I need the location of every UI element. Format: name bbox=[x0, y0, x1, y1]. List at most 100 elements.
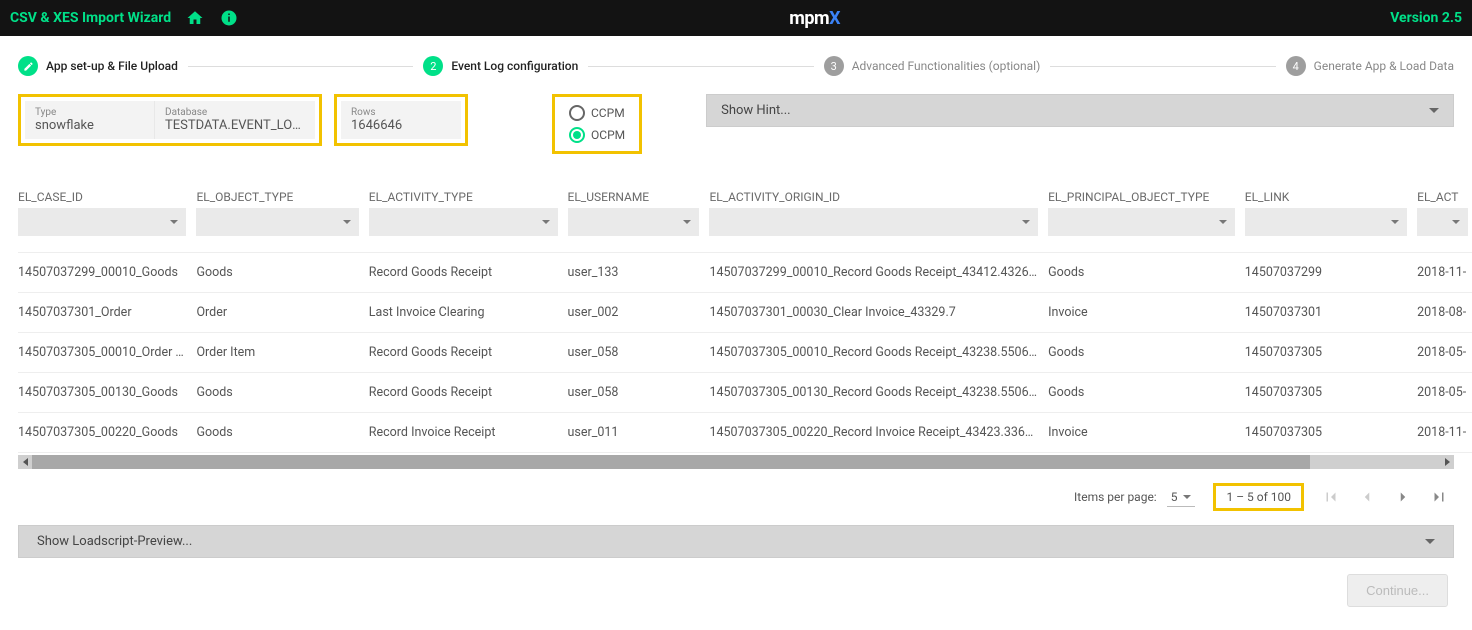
cell: 14507037305 bbox=[1245, 373, 1417, 413]
col-header: EL_OBJECT_TYPE bbox=[196, 184, 368, 208]
cell: 14507037301_00030_Clear Invoice_43329.7 bbox=[709, 293, 1048, 333]
cell: 14507037305 bbox=[1245, 413, 1417, 453]
pagination: Items per page: 5 1 – 5 of 100 bbox=[18, 469, 1454, 525]
cell: 14507037301_Order bbox=[18, 293, 196, 333]
cell: 14507037305_00130_Record Goods Receipt_4… bbox=[709, 373, 1048, 413]
pencil-icon bbox=[18, 56, 38, 76]
cell: 14507037305_00010_Record Goods Receipt_4… bbox=[709, 333, 1048, 373]
cell: Order bbox=[196, 293, 368, 333]
step-1[interactable]: App set-up & File Upload bbox=[18, 56, 178, 76]
cell: Goods bbox=[196, 413, 368, 453]
cell: 14507037305_00220_Record Invoice Receipt… bbox=[709, 413, 1048, 453]
col-header: EL_USERNAME bbox=[568, 184, 710, 208]
data-table: EL_CASE_ID EL_OBJECT_TYPE EL_ACTIVITY_TY… bbox=[18, 184, 1472, 453]
radio-ocpm[interactable]: OCPM bbox=[569, 127, 625, 143]
hint-expander[interactable]: Show Hint... bbox=[706, 94, 1454, 127]
cell: 14507037305 bbox=[1245, 333, 1417, 373]
caret-down-icon bbox=[542, 220, 550, 224]
cell: Goods bbox=[1048, 333, 1245, 373]
column-filter[interactable] bbox=[1245, 208, 1407, 236]
caret-down-icon bbox=[1391, 220, 1399, 224]
cell: 14507037305_00220_Goods bbox=[18, 413, 196, 453]
radio-icon bbox=[569, 105, 585, 121]
page-first-button[interactable] bbox=[1322, 488, 1340, 506]
step-4-label: Generate App & Load Data bbox=[1314, 59, 1454, 73]
continue-button[interactable]: Continue... bbox=[1347, 574, 1448, 607]
cell: Goods bbox=[196, 373, 368, 413]
col-header: EL_PRINCIPAL_OBJECT_TYPE bbox=[1048, 184, 1245, 208]
cell: Order Item bbox=[196, 333, 368, 373]
col-header: EL_ACT bbox=[1417, 184, 1472, 208]
cell: 14507037299_00010_Record Goods Receipt_4… bbox=[709, 253, 1048, 293]
cell: 2018-11- bbox=[1417, 253, 1472, 293]
table-row: 14507037299_00010_GoodsGoodsRecord Goods… bbox=[18, 253, 1472, 293]
info-icon[interactable] bbox=[219, 8, 239, 28]
column-filter[interactable] bbox=[369, 208, 558, 236]
stepper: App set-up & File Upload 2 Event Log con… bbox=[18, 56, 1454, 76]
step-2[interactable]: 2 Event Log configuration bbox=[423, 56, 578, 76]
cell: Record Invoice Receipt bbox=[369, 413, 568, 453]
loadscript-expander[interactable]: Show Loadscript-Preview... bbox=[18, 525, 1454, 558]
home-icon[interactable] bbox=[185, 8, 205, 28]
table-row: 14507037305_00220_GoodsGoodsRecord Invoi… bbox=[18, 413, 1472, 453]
step-4[interactable]: 4 Generate App & Load Data bbox=[1286, 56, 1454, 76]
chevron-down-icon bbox=[1429, 108, 1439, 113]
cell: 14507037305_00010_Order Item bbox=[18, 333, 196, 373]
cell: user_058 bbox=[568, 333, 710, 373]
caret-down-icon bbox=[1022, 220, 1030, 224]
column-filter[interactable] bbox=[568, 208, 700, 236]
database-value: TESTDATA.EVENT_LOGS. bbox=[165, 118, 305, 133]
type-value: snowflake bbox=[35, 118, 144, 133]
page-prev-button[interactable] bbox=[1358, 488, 1376, 506]
col-header: EL_ACTIVITY_TYPE bbox=[369, 184, 568, 208]
column-filter[interactable] bbox=[709, 208, 1038, 236]
radio-icon bbox=[569, 127, 585, 143]
rows-label: Rows bbox=[351, 107, 451, 118]
cell: Record Goods Receipt bbox=[369, 373, 568, 413]
caret-down-icon bbox=[1183, 495, 1191, 499]
cell: user_058 bbox=[568, 373, 710, 413]
page-next-button[interactable] bbox=[1394, 488, 1412, 506]
hint-label: Show Hint... bbox=[721, 103, 790, 118]
col-header: EL_LINK bbox=[1245, 184, 1417, 208]
topbar: CSV & XES Import Wizard mpmX Version 2.5 bbox=[0, 0, 1472, 36]
items-per-page-label: Items per page: bbox=[1074, 490, 1157, 504]
column-filter[interactable] bbox=[196, 208, 358, 236]
radio-ccpm[interactable]: CCPM bbox=[569, 105, 625, 121]
items-per-page-select[interactable]: 5 bbox=[1167, 488, 1196, 507]
wizard-title: CSV & XES Import Wizard bbox=[10, 10, 171, 26]
cell: 2018-08- bbox=[1417, 293, 1472, 333]
cell: 2018-05- bbox=[1417, 373, 1472, 413]
cell: Record Goods Receipt bbox=[369, 333, 568, 373]
chevron-down-icon bbox=[1425, 539, 1435, 544]
scrollbar-thumb[interactable] bbox=[32, 455, 1310, 469]
step-2-label: Event Log configuration bbox=[451, 59, 578, 73]
scroll-right-icon bbox=[1442, 457, 1452, 467]
cell: 14507037299 bbox=[1245, 253, 1417, 293]
step-3-label: Advanced Functionalities (optional) bbox=[852, 59, 1041, 73]
cell: Goods bbox=[196, 253, 368, 293]
cell: Goods bbox=[1048, 373, 1245, 413]
column-filter[interactable] bbox=[18, 208, 186, 236]
cell: Invoice bbox=[1048, 293, 1245, 333]
pm-type-box: CCPM OCPM bbox=[552, 94, 642, 154]
version-label: Version 2.5 bbox=[1390, 10, 1462, 26]
cell: Invoice bbox=[1048, 413, 1245, 453]
rows-value: 1646646 bbox=[351, 118, 451, 133]
col-header: EL_CASE_ID bbox=[18, 184, 196, 208]
cell: 2018-11- bbox=[1417, 413, 1472, 453]
step-1-label: App set-up & File Upload bbox=[46, 59, 178, 73]
page-last-button[interactable] bbox=[1430, 488, 1448, 506]
step-3[interactable]: 3 Advanced Functionalities (optional) bbox=[824, 56, 1041, 76]
radio-ccpm-label: CCPM bbox=[591, 106, 625, 120]
caret-down-icon bbox=[683, 220, 691, 224]
column-filter[interactable] bbox=[1417, 208, 1468, 236]
cell: Last Invoice Clearing bbox=[369, 293, 568, 333]
caret-down-icon bbox=[343, 220, 351, 224]
table-row: 14507037305_00130_GoodsGoodsRecord Goods… bbox=[18, 373, 1472, 413]
horizontal-scrollbar[interactable] bbox=[18, 455, 1454, 469]
radio-ocpm-label: OCPM bbox=[591, 128, 625, 142]
column-filter[interactable] bbox=[1048, 208, 1235, 236]
rows-box: Rows 1646646 bbox=[334, 94, 468, 146]
data-table-wrap: EL_CASE_ID EL_OBJECT_TYPE EL_ACTIVITY_TY… bbox=[18, 184, 1454, 469]
